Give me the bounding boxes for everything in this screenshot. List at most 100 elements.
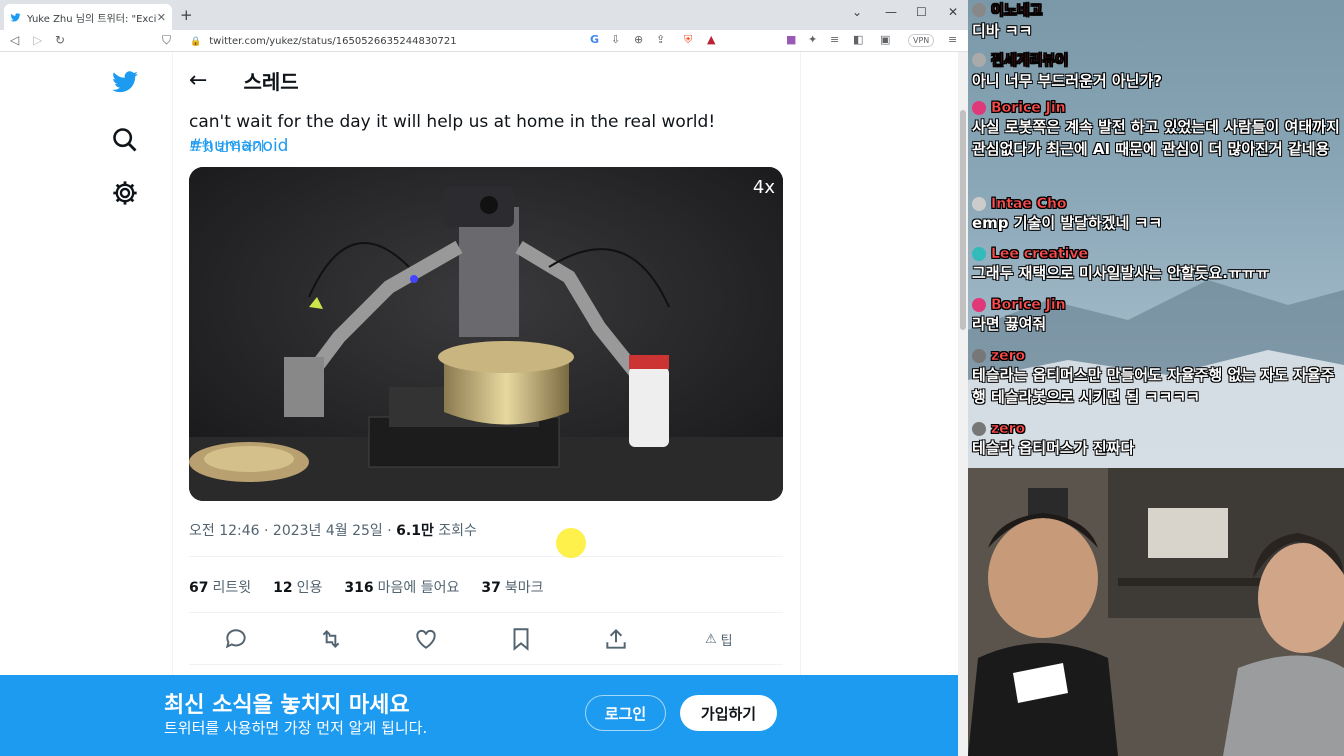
divider: [189, 612, 783, 613]
quotes-label: 인용: [296, 580, 323, 596]
chat-username: zero: [991, 348, 1026, 364]
view-label: 조회수: [433, 523, 477, 539]
stream-chat-panel: 이노네고디바 ㅋㅋ 전세계리뷰어아니 너무 부드러운거 아닌가? Borice Ji…: [968, 0, 1344, 468]
tab-search-icon[interactable]: ⌄: [852, 5, 862, 19]
column-divider-right: [800, 52, 801, 756]
tweet-timestamp[interactable]: 오전 12:46 · 2023년 4월 25일 ·: [189, 523, 396, 539]
back-arrow-icon[interactable]: ←: [189, 68, 207, 93]
browser-tab[interactable]: Yuke Zhu 님의 트위터: "Excited to ✕: [4, 4, 172, 30]
chat-text: 그래두 재택으로 미사일발사는 안할듯요.ㅠㅠㅠ: [972, 264, 1270, 282]
brave-rewards-icon[interactable]: ▲: [707, 33, 715, 46]
twitter-page: ← 스레드 can't wait for the day it will hel…: [0, 52, 958, 756]
chat-username-row: Intae Cho: [972, 196, 1340, 212]
tip-icon: ⚠: [705, 632, 717, 647]
speed-badge: 4x: [752, 177, 775, 198]
minimize-icon[interactable]: —: [885, 5, 897, 19]
extension-m-icon[interactable]: ■: [786, 33, 796, 46]
chat-text: 라면 끓여줘: [972, 315, 1047, 333]
likes-label: 마음에 들어요: [377, 580, 460, 596]
chat-text: emp 기술이 발달하겠네 ㅋㅋ: [972, 214, 1163, 232]
chat-username-row: 전세계리뷰어: [972, 50, 1340, 70]
wallet-icon[interactable]: ▣: [880, 33, 890, 46]
extensions-icon[interactable]: ✦: [808, 33, 817, 46]
chat-message: Lee creative 그래두 재택으로 미사일발사는 안할듯요.ㅠㅠㅠ: [972, 246, 1340, 284]
translate-link[interactable]: 트윗 번역하기: [189, 136, 265, 155]
likes-stat[interactable]: 316 마음에 들어요: [344, 577, 459, 597]
like-heart-icon[interactable]: [413, 626, 439, 652]
retweet-icon[interactable]: [318, 626, 344, 652]
share-icon[interactable]: ⇪: [656, 33, 665, 46]
url-text: twitter.com/yukez/status/165052663524483…: [209, 36, 457, 47]
chat-username-row: 이노네고: [972, 0, 1340, 20]
brave-shield-icon[interactable]: ⛨: [684, 33, 692, 47]
divider: [189, 556, 783, 557]
tweet-text: can't wait for the day it will help us a…: [189, 110, 789, 158]
chat-message: Borice Jin 사실 로봇쪽은 계속 발전 하고 있었는데 사람들이 여태까…: [972, 100, 1340, 160]
tweet-text-body: can't wait for the day it will help us a…: [189, 112, 716, 132]
login-button[interactable]: 로그인: [585, 695, 666, 731]
chat-message: Intae Cho emp 기술이 발달하겠네 ㅋㅋ: [972, 196, 1340, 234]
banner-headline: 최신 소식을 놓치지 마세요: [164, 693, 410, 718]
install-icon[interactable]: ⇩: [611, 33, 620, 46]
signup-button[interactable]: 가입하기: [680, 695, 777, 731]
chat-text: 디바 ㅋㅋ: [972, 22, 1033, 40]
sidebar-icon[interactable]: ◧: [853, 33, 863, 46]
address-bar[interactable]: 🔒 twitter.com/yukez/status/1650526635244…: [190, 33, 730, 50]
tab-title: Yuke Zhu 님의 트위터: "Excited to: [27, 13, 157, 25]
page-scrollbar[interactable]: [958, 52, 968, 756]
tip-label: 팁: [720, 634, 733, 649]
twitter-logo-icon[interactable]: [111, 68, 139, 96]
robot-video-frame: [189, 167, 783, 501]
tweet-video[interactable]: 4x: [189, 167, 783, 501]
tweet-actions: ⚠ 팁: [189, 626, 783, 652]
vpn-button[interactable]: VPN: [908, 34, 935, 47]
explore-search-icon[interactable]: [111, 126, 139, 154]
chat-avatar: [972, 101, 986, 115]
chat-avatar: [972, 197, 986, 211]
twitter-bird-icon: [10, 12, 21, 21]
bookmarks-stat[interactable]: 37 북마크: [481, 577, 543, 597]
retweets-label: 리트윗: [212, 580, 252, 596]
forward-nav-icon[interactable]: ▷: [33, 33, 42, 47]
chat-username-row: Lee creative: [972, 246, 1340, 262]
menu-icon[interactable]: ≡: [948, 33, 957, 46]
share-upload-icon[interactable]: [603, 626, 629, 652]
chat-avatar: [972, 53, 986, 67]
settings-gear-icon[interactable]: [111, 179, 139, 207]
chat-username: 이노네고: [991, 3, 1043, 19]
chat-username: Lee creative: [991, 246, 1089, 262]
close-tab-icon[interactable]: ✕: [157, 11, 166, 24]
chat-avatar: [972, 349, 986, 363]
tip-button[interactable]: ⚠ 팁: [705, 630, 733, 649]
back-nav-icon[interactable]: ◁: [10, 33, 19, 47]
chat-text: 사실 로봇쪽은 계속 발전 하고 있었는데 사람들이 여태까지 관심없다가 최근…: [972, 118, 1340, 158]
chat-username: Intae Cho: [991, 196, 1067, 212]
chat-avatar: [972, 298, 986, 312]
playlist-icon[interactable]: ≡: [830, 33, 839, 46]
webcam-feed: [968, 468, 1344, 756]
scrollbar-thumb[interactable]: [960, 110, 966, 330]
chat-username-row: Borice Jin: [972, 100, 1340, 116]
left-nav: [0, 52, 170, 756]
chat-text: 아니 너무 부드러운거 아닌가?: [972, 72, 1162, 90]
chat-text: 테슬라 옵티머스가 진짜다: [972, 439, 1135, 457]
chat-username: Borice Jin: [991, 100, 1066, 116]
chat-username: 전세계리뷰어: [991, 53, 1069, 69]
chat-message: zero 테슬라는 옵티머스만 만들어도 자율주행 없는 자도 자율주행 테슬라봇…: [972, 348, 1340, 408]
zoom-icon[interactable]: ⊕: [634, 33, 643, 46]
chat-message: zero 테슬라 옵티머스가 진짜다: [972, 421, 1340, 459]
chat-username-row: zero: [972, 421, 1340, 437]
reply-icon[interactable]: [223, 626, 249, 652]
reload-icon[interactable]: ↻: [55, 33, 65, 47]
quotes-stat[interactable]: 12 인용: [273, 577, 322, 597]
column-divider: [172, 52, 173, 756]
tweet-meta: 오전 12:46 · 2023년 4월 25일 · 6.1만 조회수: [189, 520, 477, 540]
close-window-icon[interactable]: ✕: [948, 5, 958, 19]
maximize-icon[interactable]: ☐: [916, 5, 927, 19]
bookmark-icon[interactable]: [508, 626, 534, 652]
bookmark-page-icon[interactable]: ⛉: [162, 33, 171, 48]
browser-window: Yuke Zhu 님의 트위터: "Excited to ✕ + ⌄ — ☐ ✕…: [0, 0, 968, 756]
retweets-stat[interactable]: 67 리트윗: [189, 577, 251, 597]
new-tab-icon[interactable]: +: [180, 6, 193, 24]
google-icon[interactable]: G: [590, 33, 599, 46]
